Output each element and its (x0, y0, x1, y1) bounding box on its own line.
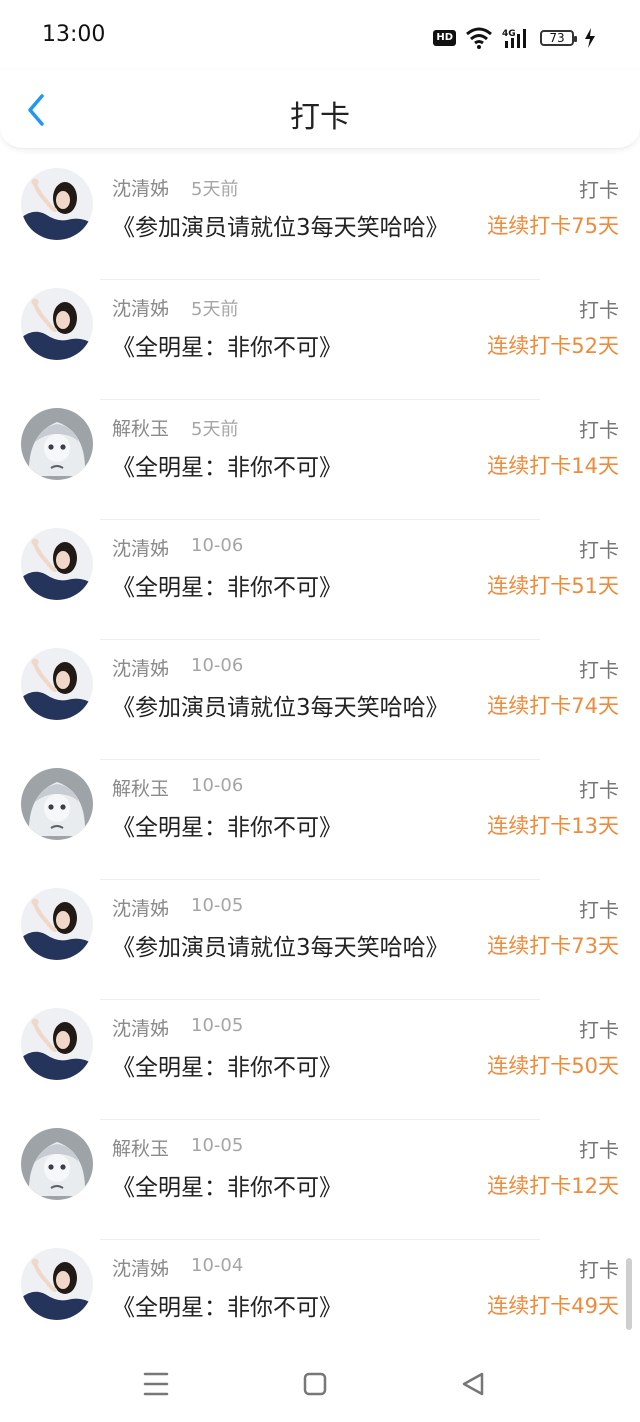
list-item[interactable]: 沈清姊 10-05 《参加演员请就位3每天笑哈哈》 打卡连续打卡73天 (0, 880, 640, 1000)
svg-text:4G: 4G (502, 29, 516, 39)
status-time: 13:00 (42, 22, 106, 47)
system-nav-bar (0, 1346, 640, 1422)
hd-icon: HD (433, 30, 456, 46)
user-name[interactable]: 沈清姊 (112, 294, 169, 321)
user-name[interactable]: 沈清姊 (112, 174, 169, 201)
streak-label: 连续打卡75天 (487, 214, 619, 238)
work-title[interactable]: 《参加演员请就位3每天笑哈哈》 (112, 208, 449, 242)
wifi-icon (466, 27, 492, 49)
list-item[interactable]: 沈清姊 5天前《全明星：非你不可》 打卡连续打卡52天 (0, 280, 640, 400)
post-time: 10-06 (191, 775, 244, 796)
post-time: 10-05 (191, 895, 244, 916)
work-title[interactable]: 《全明星：非你不可》 (112, 568, 342, 602)
avatar[interactable] (21, 1128, 93, 1200)
user-name[interactable]: 沈清姊 (112, 1254, 169, 1281)
work-title[interactable]: 《全明星：非你不可》 (112, 808, 342, 842)
action-type: 打卡 (579, 1258, 619, 1282)
status-icons: HD 4G 73 (433, 24, 596, 52)
status-bar: 13:00 HD 4G 73 (0, 0, 640, 70)
action-type: 打卡 (579, 538, 619, 562)
avatar[interactable] (21, 408, 93, 480)
post-time: 5天前 (191, 419, 239, 440)
post-time: 10-06 (191, 655, 244, 676)
work-title[interactable]: 《全明星：非你不可》 (112, 1168, 342, 1202)
page-title: 打卡 (290, 100, 350, 135)
work-title[interactable]: 《参加演员请就位3每天笑哈哈》 (112, 688, 449, 722)
streak-label: 连续打卡12天 (487, 1174, 619, 1198)
post-time: 10-04 (191, 1255, 244, 1276)
avatar[interactable] (21, 168, 93, 240)
streak-label: 连续打卡14天 (487, 454, 619, 478)
avatar[interactable] (21, 648, 93, 720)
list-item[interactable]: 沈清姊 10-06 《参加演员请就位3每天笑哈哈》 打卡连续打卡74天 (0, 640, 640, 760)
streak-label: 连续打卡52天 (487, 334, 619, 358)
list-item[interactable]: 沈清姊 10-04 《全明星：非你不可》 打卡连续打卡49天 (0, 1240, 640, 1360)
work-title[interactable]: 《参加演员请就位3每天笑哈哈》 (112, 928, 449, 962)
avatar[interactable] (21, 288, 93, 360)
streak-label: 连续打卡49天 (487, 1294, 619, 1318)
action-type: 打卡 (579, 178, 619, 202)
streak-label: 连续打卡73天 (487, 934, 619, 958)
list-item[interactable]: 解秋玉 10-05 《全明星：非你不可》 打卡连续打卡12天 (0, 1120, 640, 1240)
avatar[interactable] (21, 888, 93, 960)
streak-label: 连续打卡13天 (487, 814, 619, 838)
user-name[interactable]: 解秋玉 (112, 414, 169, 441)
post-time: 5天前 (191, 179, 239, 200)
avatar[interactable] (21, 1008, 93, 1080)
user-name[interactable]: 沈清姊 (112, 654, 169, 681)
battery-level: 73 (549, 31, 565, 45)
work-title[interactable]: 《全明星：非你不可》 (112, 448, 342, 482)
avatar[interactable] (21, 768, 93, 840)
list-item[interactable]: 沈清姊 10-05 《全明星：非你不可》 打卡连续打卡50天 (0, 1000, 640, 1120)
list-item[interactable]: 解秋玉 10-06 《全明星：非你不可》 打卡连续打卡13天 (0, 760, 640, 880)
list-item[interactable]: 解秋玉 5天前《全明星：非你不可》 打卡连续打卡14天 (0, 400, 640, 520)
streak-label: 连续打卡50天 (487, 1054, 619, 1078)
work-title[interactable]: 《全明星：非你不可》 (112, 328, 342, 362)
action-type: 打卡 (579, 298, 619, 322)
post-time: 5天前 (191, 299, 239, 320)
action-type: 打卡 (579, 1018, 619, 1042)
menu-icon[interactable] (138, 1366, 174, 1402)
list-item[interactable]: 沈清姊 10-06 《全明星：非你不可》 打卡连续打卡51天 (0, 520, 640, 640)
action-type: 打卡 (579, 1138, 619, 1162)
avatar[interactable] (21, 1248, 93, 1320)
avatar[interactable] (21, 528, 93, 600)
signal-4g-icon: 4G (502, 29, 526, 48)
post-time: 10-05 (191, 1135, 244, 1156)
user-name[interactable]: 解秋玉 (112, 1134, 169, 1161)
streak-label: 连续打卡74天 (487, 694, 619, 718)
post-time: 10-05 (191, 1015, 244, 1036)
work-title[interactable]: 《全明星：非你不可》 (112, 1288, 342, 1322)
charging-icon (585, 28, 595, 48)
list-item[interactable]: 沈清姊 5天前《参加演员请就位3每天笑哈哈》 打卡连续打卡75天 (0, 160, 640, 280)
action-type: 打卡 (579, 658, 619, 682)
user-name[interactable]: 沈清姊 (112, 894, 169, 921)
checkin-list: 沈清姊 5天前 《参加演员请就位3每天笑哈哈》 打卡 连续打卡75天 沈清姊 5天前 《全明星… (0, 160, 640, 1360)
user-name[interactable]: 解秋玉 (112, 774, 169, 801)
action-type: 打卡 (579, 898, 619, 922)
post-time: 10-06 (191, 535, 244, 556)
streak-label: 连续打卡51天 (487, 574, 619, 598)
nav-back-icon[interactable] (455, 1366, 491, 1402)
action-type: 打卡 (579, 418, 619, 442)
home-icon[interactable] (297, 1366, 333, 1402)
action-type: 打卡 (579, 778, 619, 802)
work-title[interactable]: 《全明星：非你不可》 (112, 1048, 342, 1082)
user-name[interactable]: 沈清姊 (112, 1014, 169, 1041)
battery-icon: 73 (540, 30, 577, 46)
header: 打卡 (0, 70, 640, 149)
user-name[interactable]: 沈清姊 (112, 534, 169, 561)
scrollbar[interactable] (626, 1258, 632, 1330)
